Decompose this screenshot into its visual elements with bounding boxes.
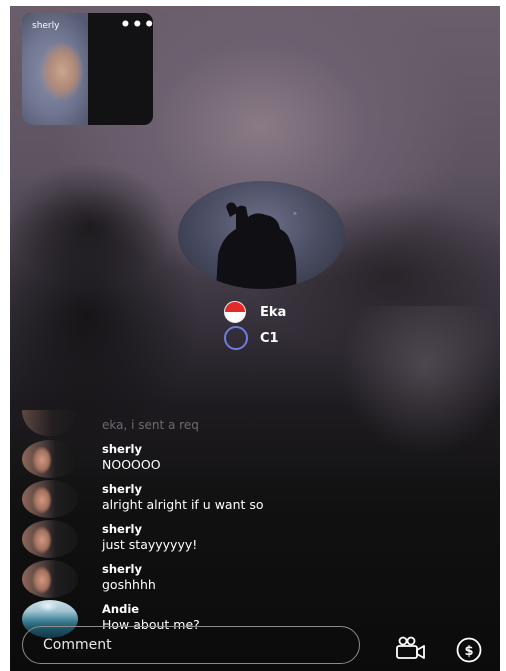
participant-row[interactable]: C1 [224, 325, 286, 351]
live-stream-stage: sherly ••• Eka C1 eka, i sent a req sher… [10, 6, 500, 671]
chat-message: sherly goshhhh [22, 560, 492, 600]
host-name-label: sherly [32, 21, 60, 31]
avatar[interactable] [22, 560, 78, 598]
comment-placeholder: Comment [43, 637, 112, 653]
speaker-avatar[interactable] [178, 181, 345, 289]
chat-text: NOOOOO [102, 457, 161, 472]
participant-name: C1 [260, 330, 279, 346]
chat-username[interactable]: sherly [102, 442, 142, 456]
host-video-preview[interactable]: sherly ••• [22, 13, 153, 125]
participant-name: Eka [260, 304, 287, 320]
coin-dollar-icon[interactable]: $ [455, 636, 483, 668]
chat-username[interactable]: sherly [102, 562, 142, 576]
chat-username[interactable]: sherly [102, 522, 142, 536]
avatar[interactable] [22, 480, 78, 518]
indonesia-flag-icon [224, 301, 246, 323]
chat-username[interactable]: sherly [102, 482, 142, 496]
chat-text: alright alright if u want so [102, 497, 264, 512]
avatar[interactable] [22, 440, 78, 478]
chat-text: just stayyyyyy! [102, 537, 198, 552]
avatar[interactable] [22, 520, 78, 558]
chat-message: sherly alright alright if u want so [22, 480, 492, 520]
chat-message: sherly just stayyyyyy! [22, 520, 492, 560]
video-camera-icon[interactable] [395, 636, 427, 664]
faded-chat-message: eka, i sent a req [102, 418, 199, 432]
chat-text: goshhhh [102, 577, 156, 592]
empty-ring-icon [224, 326, 248, 350]
chat-message: sherly NOOOOO [22, 440, 492, 480]
avatar [22, 410, 77, 436]
more-options-icon[interactable]: ••• [120, 15, 153, 35]
participant-row[interactable]: Eka [224, 299, 286, 325]
chat-username[interactable]: Andie [102, 602, 139, 616]
svg-text:$: $ [464, 644, 473, 659]
comment-input[interactable]: Comment [22, 626, 360, 664]
participant-list: Eka C1 [224, 299, 286, 351]
